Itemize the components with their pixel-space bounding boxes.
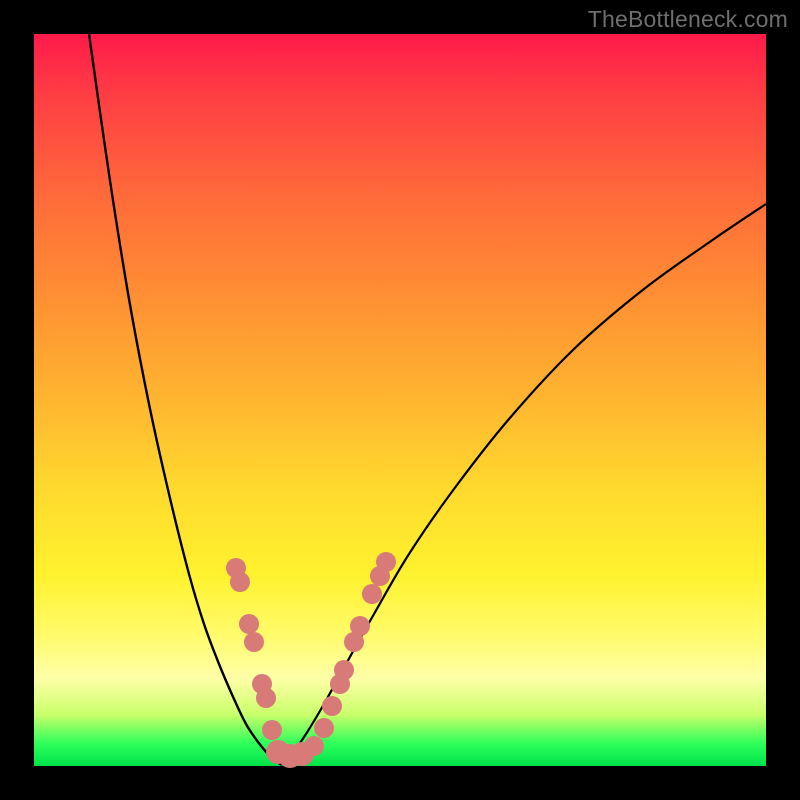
data-marker [314,718,334,738]
data-marker [322,696,342,716]
data-marker [304,736,324,756]
data-marker [262,720,282,740]
data-marker [239,614,259,634]
data-marker [334,660,354,680]
data-marker [230,572,250,592]
data-marker [350,616,370,636]
chart-plot-area [34,34,766,766]
watermark-text: TheBottleneck.com [588,6,788,33]
curve-left-branch [89,34,282,765]
chart-svg [34,34,766,766]
chart-outer-frame: TheBottleneck.com [0,0,800,800]
data-marker [244,632,264,652]
data-marker [362,584,382,604]
data-marker [256,688,276,708]
marker-layer [226,552,396,768]
data-marker [376,552,396,572]
curve-right-branch [282,204,766,765]
